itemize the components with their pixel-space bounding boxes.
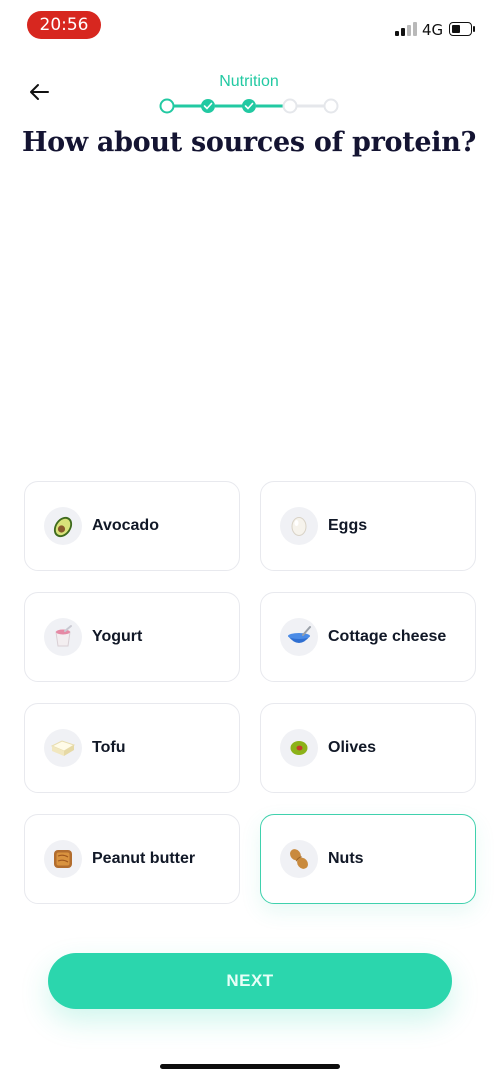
progress-step-complete-icon <box>242 99 256 113</box>
tofu-icon <box>44 729 82 767</box>
peanut-butter-icon <box>44 840 82 878</box>
page-title: How about sources of protein? <box>21 127 477 158</box>
option-cottage-cheese[interactable]: Cottage cheese <box>260 592 476 682</box>
next-button[interactable]: NEXT <box>48 953 452 1009</box>
progress-step-complete-icon <box>201 99 215 113</box>
option-label: Cottage cheese <box>328 628 447 645</box>
option-tofu[interactable]: Tofu <box>24 703 240 793</box>
bowl-icon <box>280 618 318 656</box>
option-label: Eggs <box>328 517 368 534</box>
option-label: Nuts <box>328 850 364 867</box>
option-label: Yogurt <box>92 628 143 645</box>
option-label: Tofu <box>92 739 126 756</box>
option-nuts[interactable]: Nuts <box>260 814 476 904</box>
option-label: Avocado <box>92 517 159 534</box>
egg-icon <box>280 507 318 545</box>
option-eggs[interactable]: Eggs <box>260 481 476 571</box>
peanut-icon <box>280 840 318 878</box>
option-olives[interactable]: Olives <box>260 703 476 793</box>
signal-strength-icon <box>395 22 417 36</box>
battery-icon <box>449 22 477 38</box>
yogurt-icon <box>44 618 82 656</box>
network-type: 4G <box>422 21 444 39</box>
status-bar: 20:56 4G <box>0 0 498 50</box>
option-label: Olives <box>328 739 377 756</box>
avocado-icon <box>44 507 82 545</box>
olive-icon <box>280 729 318 767</box>
option-peanut-butter[interactable]: Peanut butter <box>24 814 240 904</box>
status-time: 20:56 <box>27 11 101 39</box>
progress-step-pending <box>282 98 298 114</box>
option-avocado[interactable]: Avocado <box>24 481 240 571</box>
progress-step-current <box>159 98 175 114</box>
option-yogurt[interactable]: Yogurt <box>24 592 240 682</box>
progress-step-pending <box>323 98 339 114</box>
home-indicator <box>160 1064 340 1069</box>
option-label: Peanut butter <box>92 850 196 867</box>
progress-stepper <box>158 98 340 114</box>
step-title: Nutrition <box>219 73 279 90</box>
